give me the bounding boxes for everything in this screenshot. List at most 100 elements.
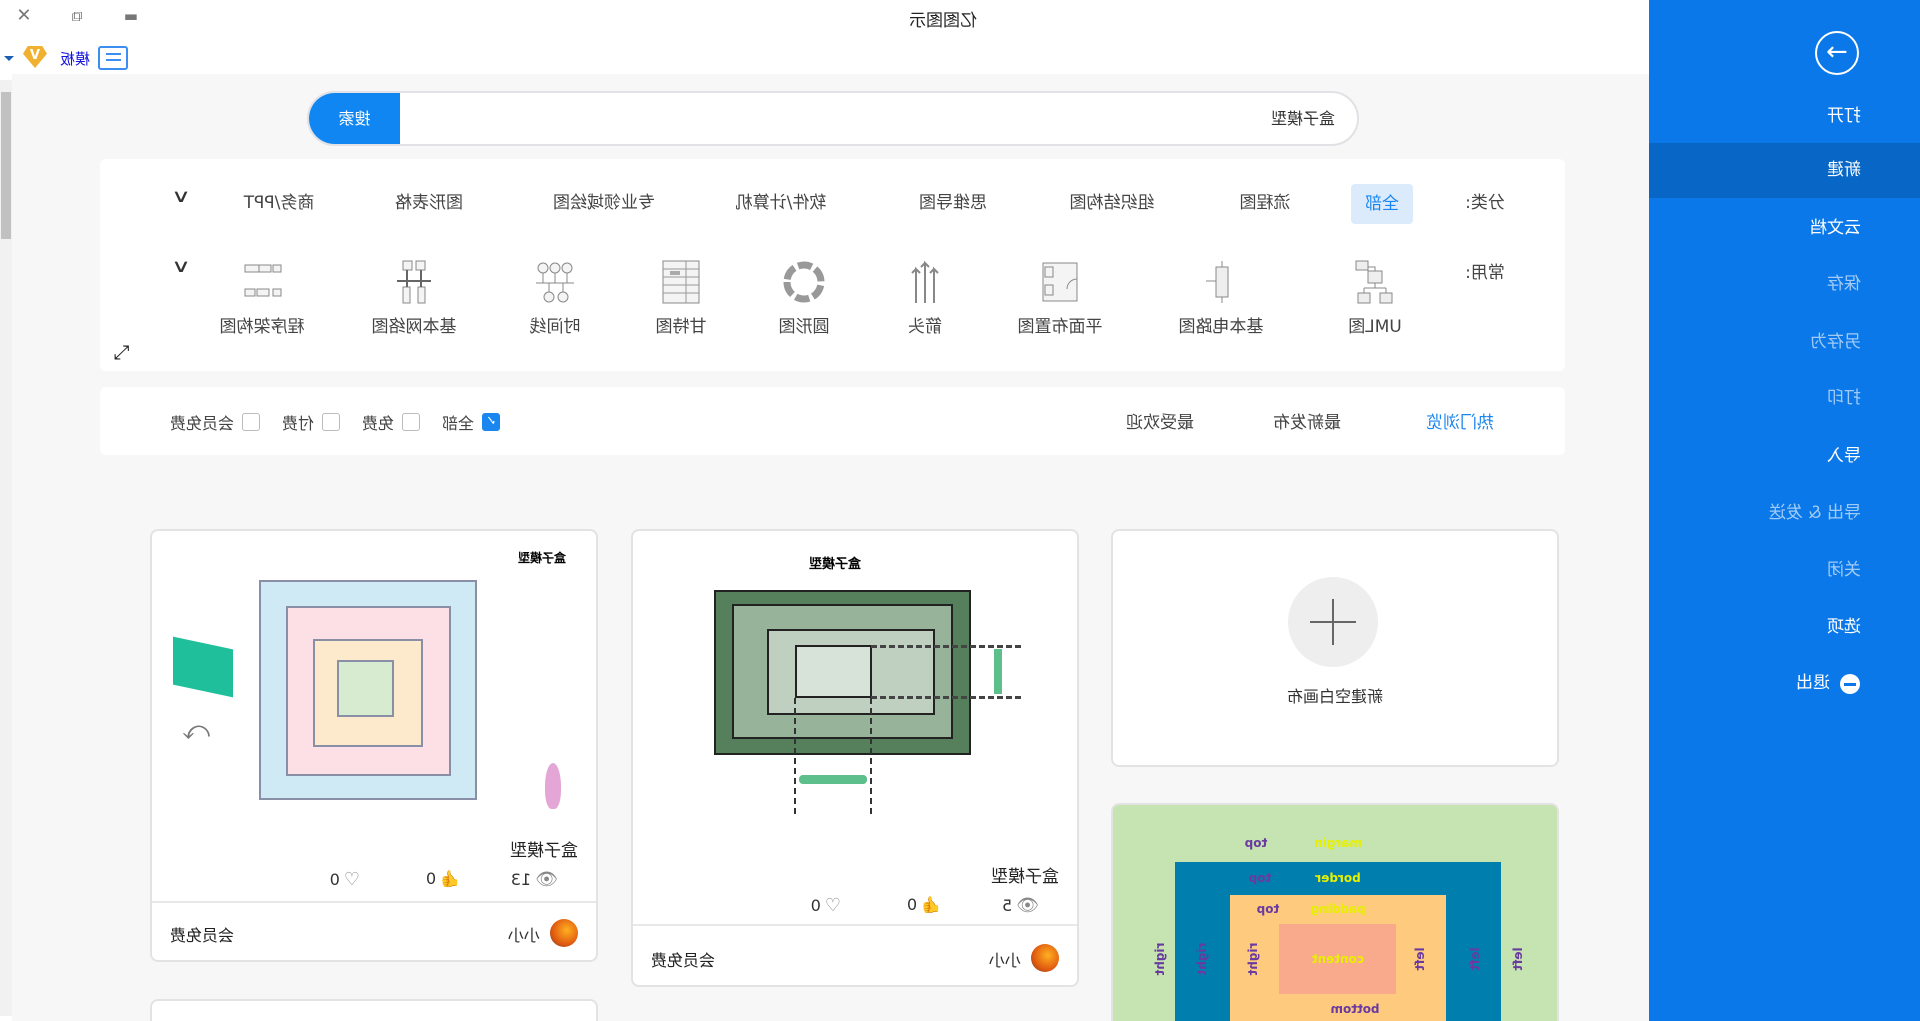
category-mind-map[interactable]: 思维导图 (919, 188, 987, 213)
sidebar-item-save[interactable]: 保存 (1649, 257, 1920, 312)
filter-paid-checkbox[interactable] (322, 413, 340, 431)
category-org-chart[interactable]: 组织结构图 (1070, 188, 1155, 213)
filter-paid-label[interactable]: 付费 (282, 410, 314, 434)
views-stat: 👁 5 (1002, 895, 1039, 916)
category-business-ppt[interactable]: 商务/PPT (244, 188, 315, 213)
likes-stat[interactable]: 👍 0 (426, 869, 460, 888)
category-all[interactable]: 全部 (1351, 184, 1413, 224)
template-title[interactable]: 盒子模型 (510, 836, 578, 861)
uml-icon[interactable] (1352, 259, 1398, 305)
chevron-down-icon[interactable]: ∨ (171, 256, 191, 277)
scrollbar-thumb[interactable] (1, 92, 11, 239)
filter-free-label[interactable]: 免费 (362, 410, 394, 434)
minimize-icon[interactable]: ▬ (118, 4, 144, 28)
avatar (1031, 944, 1059, 972)
search-button[interactable]: 搜索 (309, 93, 400, 144)
sidebar-item-cloud[interactable]: 云文档 (1649, 201, 1920, 256)
expand-icon[interactable]: ⤡ (114, 340, 130, 364)
filter-all-checkbox[interactable]: ✓ (482, 413, 500, 431)
search-input[interactable]: 盒子模型 (1271, 93, 1335, 144)
restore-icon[interactable]: ⧉ (64, 4, 90, 28)
chevron-down-icon[interactable]: ∨ (171, 186, 191, 207)
gantt-icon[interactable] (658, 259, 704, 305)
horizontal-arrow-icon (799, 775, 867, 784)
author-name[interactable]: 小小 (508, 922, 540, 946)
common-label: 常用: (1465, 263, 1505, 283)
feather-decoration (545, 763, 561, 809)
common-circle-chart-label[interactable]: 圆形图 (779, 312, 830, 337)
preview-title: 盒子模型 (517, 551, 566, 565)
back-arrow-icon[interactable]: → (1815, 31, 1859, 75)
likes-stat[interactable]: 👍 0 (907, 895, 941, 914)
views-count: 5 (1001, 896, 1013, 915)
sidebar-item-options[interactable]: 选项 (1649, 600, 1920, 655)
category-professional[interactable]: 专业领域绘图 (553, 188, 655, 213)
sort-popular[interactable]: 最受欢迎 (1126, 408, 1194, 433)
common-timeline-label[interactable]: 时间线 (530, 312, 581, 337)
template-card[interactable]: margin top border top padding top conten… (1111, 803, 1559, 1021)
filter-member-free-checkbox[interactable] (242, 413, 260, 431)
eye-icon: 👁 (535, 869, 558, 890)
ribbon-decoration (173, 636, 233, 698)
preview-label: left (1413, 947, 1427, 971)
caret-down-icon[interactable] (4, 56, 14, 61)
template-card[interactable]: 盒子模型 ⤺ 盒子模型 👁 13 👍 0 ♡ 0 小小 会员免费 (150, 529, 598, 962)
common-uml-label[interactable]: UML图 (1348, 312, 1402, 337)
template-card[interactable] (150, 999, 598, 1021)
arrows-icon[interactable] (902, 259, 948, 305)
comment-icon[interactable] (98, 46, 128, 70)
filter-member-free-label[interactable]: 会员免费 (170, 410, 234, 434)
common-floor-plan-label[interactable]: 平面布置图 (1018, 312, 1103, 337)
category-flowchart[interactable]: 流程图 (1240, 188, 1291, 213)
template-card[interactable]: 盒子模型 盒子模型 👁 5 👍 0 ♡ 0 小小 会员免费 (631, 529, 1079, 987)
sidebar-item-print[interactable]: 打印 (1649, 371, 1920, 426)
favorites-stat[interactable]: ♡ 0 (330, 869, 360, 890)
category-software[interactable]: 软件/计算机 (736, 188, 827, 213)
sidebar-item-save-as[interactable]: 另存为 (1649, 315, 1920, 370)
author-name[interactable]: 小小 (989, 947, 1021, 971)
sort-newest[interactable]: 最新发布 (1273, 408, 1341, 433)
category-label: 分类: (1465, 193, 1505, 213)
circle-chart-icon[interactable] (781, 259, 827, 305)
sidebar-item-import[interactable]: 导入 (1649, 429, 1920, 484)
timeline-icon[interactable] (532, 259, 578, 305)
preview-label: top (1256, 902, 1280, 916)
category-graphics-table[interactable]: 图形表格 (395, 188, 463, 213)
preview-label: border (1315, 871, 1361, 885)
floor-plan-icon[interactable] (1037, 259, 1083, 305)
common-arrows-label[interactable]: 箭头 (908, 312, 942, 337)
preview-title: 盒子模型 (808, 557, 861, 572)
filter-all-label[interactable]: 全部 (442, 410, 474, 434)
sidebar-item-exit[interactable]: 退出 (1649, 656, 1920, 711)
views-stat: 👁 13 (511, 869, 558, 890)
filter-free-checkbox[interactable] (402, 413, 420, 431)
eye-icon: 👁 (1016, 895, 1039, 916)
template-title[interactable]: 盒子模型 (991, 862, 1059, 887)
favorites-stat[interactable]: ♡ 0 (811, 895, 841, 916)
sidebar-item-open[interactable]: 打开 (1649, 89, 1920, 144)
common-gantt-label[interactable]: 甘特图 (656, 312, 707, 337)
preview-label: padding (1310, 902, 1366, 916)
common-architecture-label[interactable]: 程序架构图 (220, 312, 305, 337)
sidebar-item-new[interactable]: 新建 (1649, 143, 1920, 198)
common-network-label[interactable]: 基本网络图 (372, 312, 457, 337)
preview-label: left (1511, 947, 1525, 971)
sort-hot[interactable]: 热门浏览 (1426, 408, 1494, 433)
new-blank-canvas-label: 新建空白画布 (1287, 687, 1384, 706)
network-icon[interactable] (391, 259, 437, 305)
price-label: 会员免费 (170, 926, 235, 945)
category-panel (100, 159, 1565, 371)
sidebar-item-close[interactable]: 关闭 (1649, 543, 1920, 598)
common-circuit-label[interactable]: 基本电路图 (1179, 312, 1264, 337)
program-architecture-icon[interactable] (239, 259, 285, 305)
template-label[interactable]: 模板 (60, 48, 90, 69)
circuit-icon[interactable] (1198, 259, 1244, 305)
thumbs-up-icon: 👍 (440, 869, 460, 888)
close-icon[interactable]: ✕ (11, 4, 37, 28)
new-blank-canvas-card[interactable]: 新建空白画布 (1111, 529, 1559, 767)
sidebar-item-export[interactable]: 导出 & 发送 (1649, 486, 1920, 541)
preview-label: left (1468, 947, 1482, 971)
favorites-count: 0 (329, 870, 340, 889)
plus-icon (1288, 577, 1378, 667)
search-bar: 盒子模型 搜索 (307, 91, 1359, 146)
